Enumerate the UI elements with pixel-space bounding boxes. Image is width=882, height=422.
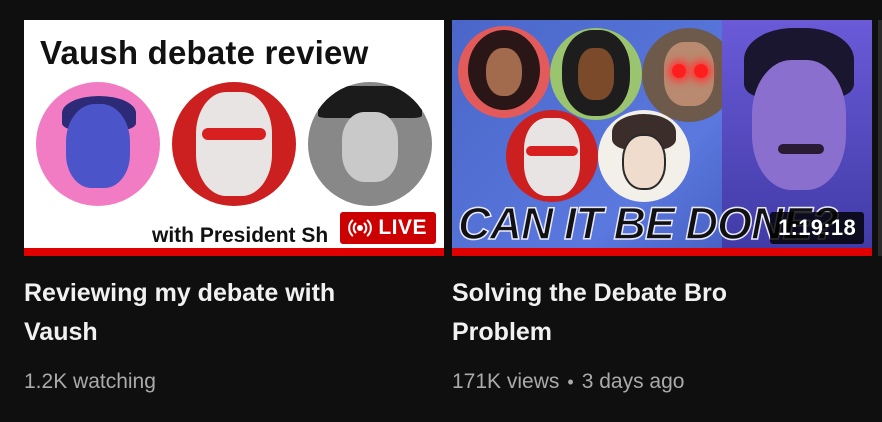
thumbnail-avatar-host [172, 82, 296, 206]
video-title-line: Reviewing my debate with [24, 279, 336, 307]
thumbnail-avatar [598, 110, 690, 202]
video-card-3-partial[interactable] [878, 20, 882, 256]
video-thumbnail[interactable]: CAN IT BE DONE? 1:19:18 [452, 20, 872, 256]
video-metadata: 171K views • 3 days ago [452, 370, 872, 394]
thumbnail-avatar-host [506, 110, 598, 202]
watch-progress-bar [24, 248, 444, 256]
view-count: 171K views [452, 370, 560, 393]
live-badge-label: LIVE [378, 216, 427, 239]
video-title-line: Solving the Debate Bro [452, 279, 728, 307]
watching-count: 1.2K watching [24, 370, 156, 393]
thumbnail-avatar [550, 28, 642, 120]
upload-age: 3 days ago [581, 370, 685, 393]
live-broadcast-icon [348, 217, 373, 239]
video-title[interactable]: Reviewing my debate with Vaush [24, 274, 404, 352]
live-badge: LIVE [340, 212, 436, 244]
thumbnail-subtitle-text: with President Sh [152, 224, 329, 247]
metadata-separator: • [567, 371, 574, 392]
video-thumbnail[interactable]: Vaush debate review with President Sh LI… [24, 20, 444, 256]
video-title[interactable]: Solving the Debate Bro Problem [452, 274, 832, 352]
video-title-line: Vaush [24, 318, 98, 346]
video-title-line: Problem [452, 318, 553, 346]
video-metadata: 1.2K watching [24, 370, 444, 394]
duration-badge: 1:19:18 [770, 212, 864, 244]
thumbnail-avatar-guest [308, 82, 432, 206]
thumbnail-title-text: Vaush debate review [40, 34, 369, 71]
thumbnail-avatar [458, 26, 550, 118]
video-card-2[interactable]: CAN IT BE DONE? 1:19:18 Solving the Deba… [452, 20, 872, 394]
thumbnail-avatar-vaush [36, 82, 160, 206]
video-card-1[interactable]: Vaush debate review with President Sh LI… [24, 20, 444, 394]
duration-label: 1:19:18 [778, 215, 856, 240]
watch-progress-bar [452, 248, 872, 256]
video-thumbnail[interactable] [878, 20, 882, 256]
